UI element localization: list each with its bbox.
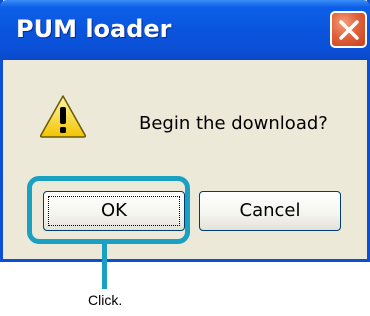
- cancel-button[interactable]: Cancel: [199, 191, 341, 231]
- dialog-message: Begin the download?: [139, 113, 328, 134]
- ok-button[interactable]: OK: [43, 191, 185, 231]
- ok-button-label: OK: [101, 200, 127, 221]
- close-icon: [339, 20, 359, 40]
- callout-text: Click.: [88, 292, 123, 308]
- message-dialog: PUM loader Begin the download? OK Cancel: [0, 0, 370, 262]
- cancel-button-label: Cancel: [239, 200, 301, 221]
- dialog-title: PUM loader: [16, 15, 172, 43]
- dialog-titlebar[interactable]: PUM loader: [0, 0, 370, 60]
- close-button[interactable]: [330, 11, 367, 48]
- callout-line: [102, 244, 107, 289]
- warning-icon: [39, 95, 87, 138]
- page: PUM loader Begin the download? OK Cancel…: [0, 0, 370, 316]
